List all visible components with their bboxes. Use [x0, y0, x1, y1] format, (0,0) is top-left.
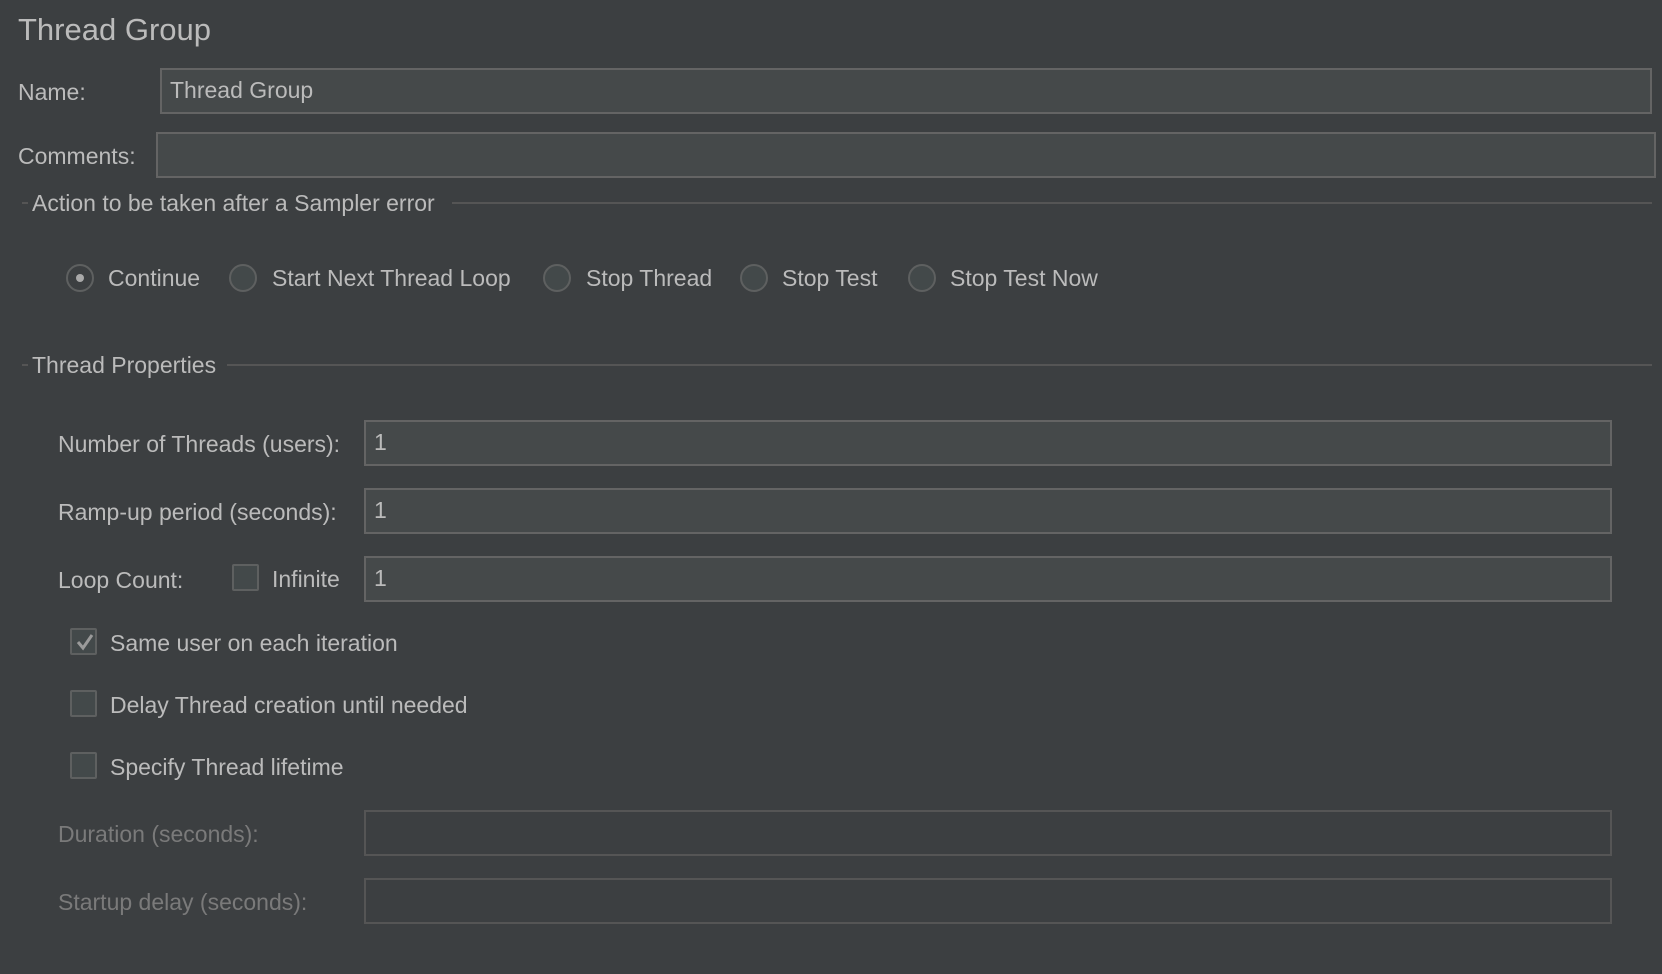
same-user-checkbox[interactable]: [70, 628, 97, 655]
radio-label: Stop Test: [782, 265, 878, 291]
specify-lifetime-checkbox[interactable]: [70, 752, 97, 779]
startup-delay-input[interactable]: [364, 878, 1612, 924]
sampler-error-legend: Action to be taken after a Sampler error: [32, 190, 435, 216]
separator-line: [227, 364, 1652, 366]
rampup-input[interactable]: 1: [364, 488, 1612, 534]
separator-dash: [22, 364, 28, 366]
loop-count-label: Loop Count:: [58, 567, 184, 593]
radio-button[interactable]: [740, 264, 768, 292]
comments-label: Comments:: [18, 143, 136, 169]
comments-input[interactable]: [156, 132, 1656, 178]
radio-button[interactable]: [229, 264, 257, 292]
name-label: Name:: [18, 79, 86, 105]
name-input[interactable]: Thread Group: [160, 68, 1652, 114]
radio-button[interactable]: [543, 264, 571, 292]
num-threads-input[interactable]: 1: [364, 420, 1612, 466]
radio-label: Stop Thread: [586, 265, 713, 291]
rampup-label: Ramp-up period (seconds):: [58, 499, 337, 525]
num-threads-label: Number of Threads (users):: [58, 431, 341, 457]
radio-button-selected[interactable]: [66, 264, 94, 292]
delay-creation-label: Delay Thread creation until needed: [110, 692, 468, 718]
infinite-checkbox[interactable]: [232, 564, 259, 591]
radio-button[interactable]: [908, 264, 936, 292]
infinite-label: Infinite: [272, 566, 340, 592]
specify-lifetime-label: Specify Thread lifetime: [110, 754, 344, 780]
loop-count-input[interactable]: 1: [364, 556, 1612, 602]
radio-label: Start Next Thread Loop: [272, 265, 511, 291]
panel-title: Thread Group: [18, 12, 211, 47]
same-user-label: Same user on each iteration: [110, 630, 398, 656]
separator-dash: [22, 202, 28, 204]
startup-delay-label: Startup delay (seconds):: [58, 889, 308, 915]
separator-line: [452, 202, 1652, 204]
duration-input[interactable]: [364, 810, 1612, 856]
radio-label: Continue: [108, 265, 201, 291]
delay-creation-checkbox[interactable]: [70, 690, 97, 717]
radio-label: Stop Test Now: [950, 265, 1098, 291]
checkmark-icon: [76, 634, 94, 651]
duration-label: Duration (seconds):: [58, 821, 259, 847]
thread-properties-legend: Thread Properties: [32, 352, 217, 378]
